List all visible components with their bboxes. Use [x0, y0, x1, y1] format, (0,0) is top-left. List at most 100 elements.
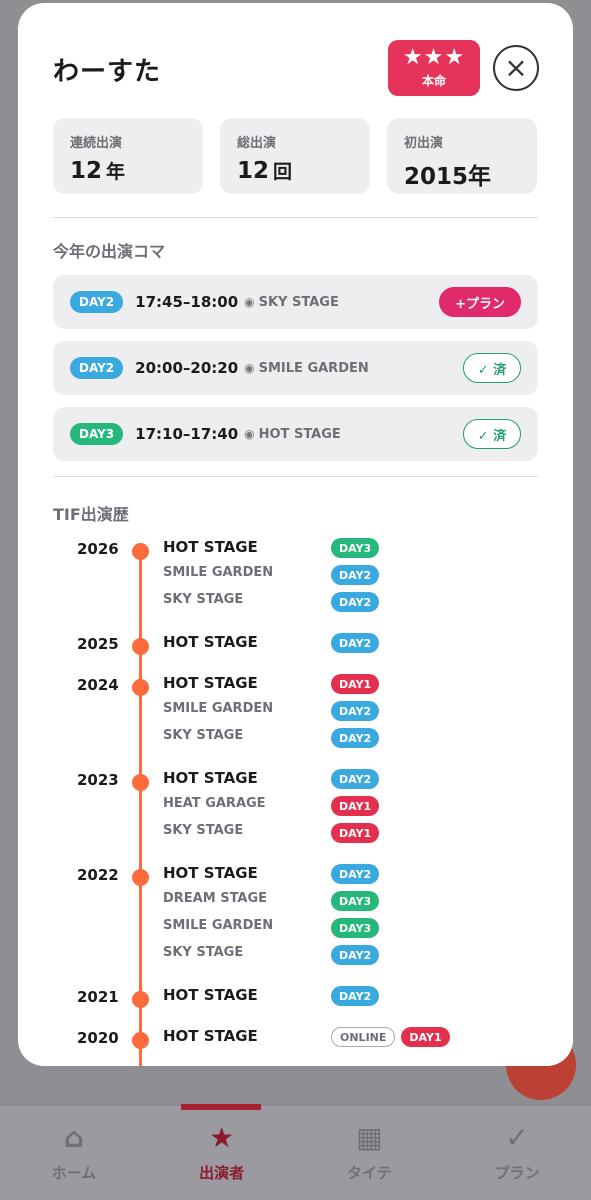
tag-group: DAY1	[331, 674, 380, 694]
nav-label: プラン	[494, 1163, 540, 1182]
day-badge: DAY2	[331, 769, 380, 789]
day-badge: DAY2	[331, 986, 380, 1006]
history-timeline[interactable]: 2026 HOT STAGE DAY3 SMILE GARDEN DAY2 SKY STA…	[53, 538, 538, 1066]
artist-detail-modal: わーすた ★★★ 本命 × 連続出演 12 年 総出演 12 回 初出演 2015年…	[18, 3, 573, 1066]
day-badge: DAY3	[331, 918, 380, 938]
nav-item-timetable[interactable]: ▦ タイテ	[296, 1106, 444, 1200]
stat-total: 総出演 12 回	[220, 118, 370, 194]
stage-name: HOT STAGE	[163, 674, 258, 692]
slot-time: 20:00–20:20	[135, 359, 239, 377]
day-badge: DAY2	[331, 864, 380, 884]
year-group: 2026 HOT STAGE DAY3 SMILE GARDEN DAY2 SKY STA…	[53, 538, 538, 619]
day-badge: DAY2	[331, 701, 380, 721]
day-badge: DAY2	[331, 633, 380, 653]
stage-name: HOT STAGE	[163, 633, 258, 651]
history-entry: SKY STAGE DAY1	[53, 823, 538, 850]
stage-name: SKY STAGE	[163, 728, 244, 743]
tag-group: DAY2	[331, 565, 380, 585]
stage-name: SKY STAGE	[163, 592, 244, 607]
stage-name: SMILE GARDEN	[163, 918, 274, 933]
stage-name: HOT STAGE	[163, 1027, 258, 1045]
stage-name: SKY STAGE	[163, 823, 244, 838]
stage-name: SKY STAGE	[163, 945, 244, 960]
nav-item-plan[interactable]: ✓ プラン	[443, 1106, 591, 1200]
check-icon: ✓	[505, 1120, 529, 1154]
nav-item-home[interactable]: ⌂ ホーム	[0, 1106, 148, 1200]
nav-item-performers[interactable]: ★ 出演者	[148, 1106, 296, 1200]
history-entry: SKY STAGE DAY2	[53, 592, 538, 619]
rank-badge[interactable]: ★★★ 本命	[388, 40, 480, 96]
stage-name: SMILE GARDEN	[163, 565, 274, 580]
history-entry: HOT STAGE DAY3	[53, 538, 538, 565]
stat-label: 初出演	[404, 136, 444, 151]
history-entry: HOT STAGE DAY2	[53, 633, 538, 660]
stage-name: HEAT GARAGE	[163, 796, 266, 811]
year-group: 2020 HOT STAGE ONLINE DAY1	[53, 1027, 538, 1054]
done-button[interactable]: ✓ 済	[463, 419, 521, 449]
day-badge: DAY2	[70, 357, 124, 379]
nav-label: ホーム	[51, 1163, 97, 1182]
home-icon: ⌂	[63, 1120, 84, 1154]
stage-name: HOT STAGE	[163, 769, 258, 787]
stage-name: HOT STAGE	[163, 986, 258, 1004]
history-entry: SMILE GARDEN DAY2	[53, 565, 538, 592]
stage-name: HOT STAGE	[163, 864, 258, 882]
slot-item: DAY2 20:00–20:20 ◉ SMILE GARDEN ✓ 済	[53, 341, 538, 395]
stats-row: 連続出演 12 年 総出演 12 回 初出演 2015年	[53, 118, 537, 194]
slot-stage: SKY STAGE	[258, 294, 339, 310]
tag-group: DAY3	[331, 538, 380, 558]
day-badge: DAY2	[331, 565, 380, 585]
this-year-title: 今年の出演コマ	[53, 242, 166, 261]
slot-stage: HOT STAGE	[258, 426, 341, 442]
day-badge: DAY2	[331, 592, 380, 612]
history-entry: HOT STAGE DAY2	[53, 769, 538, 796]
slot-time: 17:10–17:40	[135, 425, 239, 443]
tag-group: DAY2	[331, 633, 380, 653]
tag-group: DAY1	[331, 796, 380, 816]
day-badge: DAY3	[70, 423, 124, 445]
slot-stage: SMILE GARDEN	[258, 360, 369, 376]
slot-item: DAY2 17:45–18:00 ◉ SKY STAGE +プラン	[53, 275, 538, 329]
day-badge: DAY1	[331, 823, 380, 843]
add-plan-button[interactable]: +プラン	[439, 287, 521, 317]
day-badge: DAY3	[331, 538, 380, 558]
history-entry: SMILE GARDEN DAY3	[53, 918, 538, 945]
year-group: 2024 HOT STAGE DAY1 SMILE GARDEN DAY2 SKY STA…	[53, 674, 538, 755]
tag-group: DAY3	[331, 891, 380, 911]
tag-group: ONLINE DAY1	[331, 1027, 450, 1047]
history-entry: HOT STAGE DAY1	[53, 674, 538, 701]
active-tab-indicator	[181, 1104, 261, 1110]
history-title: TIF出演歴	[53, 505, 129, 524]
day-badge: DAY1	[401, 1027, 450, 1047]
slot-time: 17:45–18:00	[135, 293, 239, 311]
history-entry: SKY STAGE DAY2	[53, 945, 538, 972]
day-badge: DAY2	[331, 728, 380, 748]
tag-group: DAY2	[331, 864, 380, 884]
slot-item: DAY3 17:10–17:40 ◉ HOT STAGE ✓ 済	[53, 407, 538, 461]
stat-value: 12 年	[70, 158, 126, 184]
artist-name: わーすた	[53, 57, 162, 87]
radio-icon: ◉	[244, 427, 255, 441]
history-entry: HOT STAGE ONLINE DAY1	[53, 1027, 538, 1054]
year-group: 2025 HOT STAGE DAY2	[53, 633, 538, 660]
tag-group: DAY2	[331, 769, 380, 789]
stage-name: SMILE GARDEN	[163, 701, 274, 716]
tag-group: DAY2	[331, 986, 380, 1006]
day-badge: DAY2	[331, 945, 380, 965]
close-button[interactable]: ×	[493, 45, 539, 91]
history-entry: HOT STAGE DAY2	[53, 986, 538, 1013]
day-badge: DAY1	[331, 674, 380, 694]
radio-icon: ◉	[244, 295, 255, 309]
history-entry: DREAM STAGE DAY3	[53, 891, 538, 918]
stat-value: 12 回	[237, 158, 293, 184]
tag-group: DAY2	[331, 592, 380, 612]
year-group: 2021 HOT STAGE DAY2	[53, 986, 538, 1013]
done-button[interactable]: ✓ 済	[463, 353, 521, 383]
tag-group: DAY3	[331, 918, 380, 938]
stat-label: 総出演	[237, 136, 277, 151]
radio-icon: ◉	[244, 361, 255, 375]
slot-list: DAY2 17:45–18:00 ◉ SKY STAGE +プラン DAY2 2…	[53, 275, 538, 473]
tag-group: DAY2	[331, 945, 380, 965]
stage-name: DREAM STAGE	[163, 891, 268, 906]
tag-group: DAY2	[331, 728, 380, 748]
